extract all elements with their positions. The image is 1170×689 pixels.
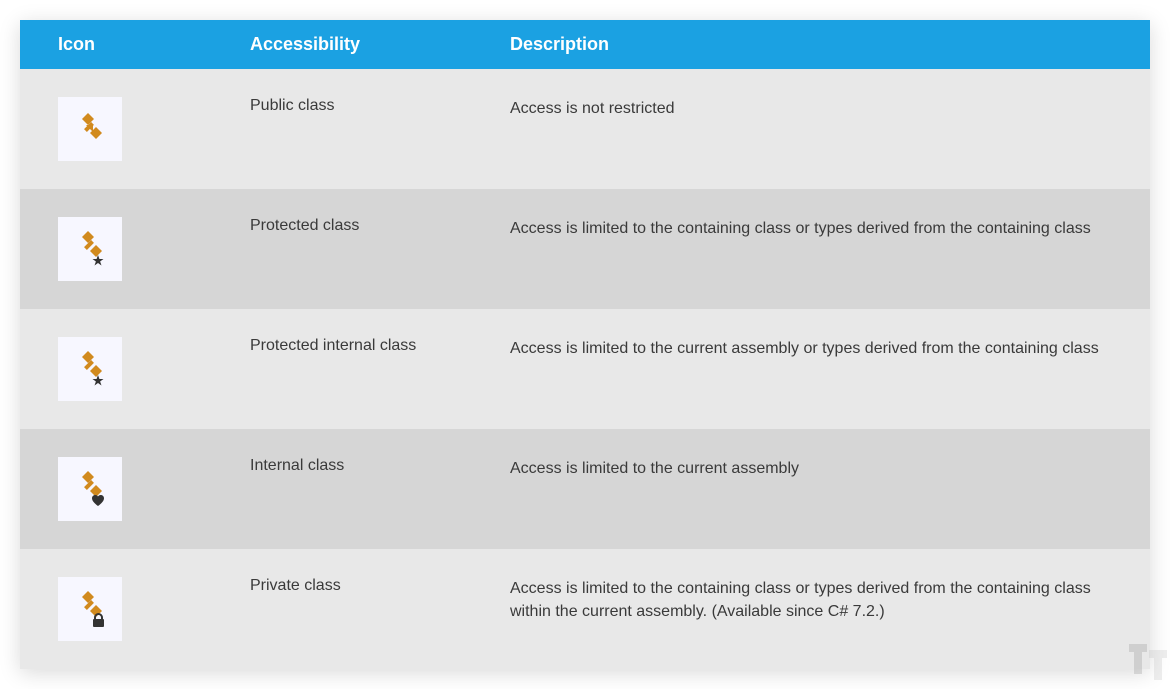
class-icons-table: Icon Accessibility Description xyxy=(20,20,1150,669)
class-public-icon xyxy=(58,97,122,161)
cell-icon xyxy=(20,549,230,669)
table-row: Protected internal class Access is limit… xyxy=(20,309,1150,429)
cell-description: Access is limited to the containing clas… xyxy=(490,549,1150,669)
header-description: Description xyxy=(490,20,1150,69)
cell-accessibility: Protected internal class xyxy=(230,309,490,429)
header-accessibility: Accessibility xyxy=(230,20,490,69)
cell-accessibility: Private class xyxy=(230,549,490,669)
table-row: Internal class Access is limited to the … xyxy=(20,429,1150,549)
cell-icon xyxy=(20,309,230,429)
cell-accessibility: Public class xyxy=(230,69,490,189)
class-icons-table-card: Icon Accessibility Description xyxy=(20,20,1150,669)
cell-accessibility: Internal class xyxy=(230,429,490,549)
cell-icon xyxy=(20,189,230,309)
table-row: Protected class Access is limited to the… xyxy=(20,189,1150,309)
cell-description: Access is limited to the current assembl… xyxy=(490,309,1150,429)
class-internal-icon xyxy=(58,457,122,521)
cell-description: Access is limited to the containing clas… xyxy=(490,189,1150,309)
table-row: Private class Access is limited to the c… xyxy=(20,549,1150,669)
class-protected-internal-icon xyxy=(58,337,122,401)
table-row: Public class Access is not restricted xyxy=(20,69,1150,189)
cell-icon xyxy=(20,69,230,189)
cell-accessibility: Protected class xyxy=(230,189,490,309)
table-header-row: Icon Accessibility Description xyxy=(20,20,1150,69)
class-private-icon xyxy=(58,577,122,641)
header-icon: Icon xyxy=(20,20,230,69)
cell-description: Access is not restricted xyxy=(490,69,1150,189)
class-protected-icon xyxy=(58,217,122,281)
cell-description: Access is limited to the current assembl… xyxy=(490,429,1150,549)
cell-icon xyxy=(20,429,230,549)
